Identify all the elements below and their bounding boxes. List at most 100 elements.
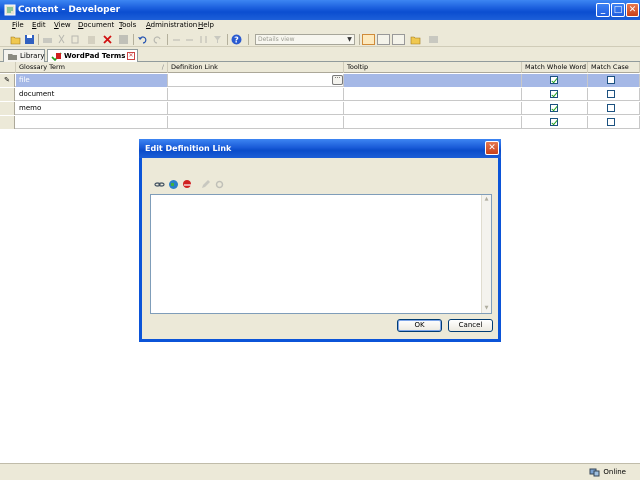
cell-tooltip[interactable] bbox=[344, 88, 522, 101]
header-match-case[interactable]: Match Case bbox=[588, 62, 640, 73]
header-match-whole-word[interactable]: Match Whole Word bbox=[522, 62, 588, 73]
dialog-title: Edit Definition Link bbox=[145, 144, 232, 153]
edit-pencil-icon[interactable] bbox=[200, 179, 211, 190]
cell-glossary-term[interactable]: memo bbox=[16, 102, 168, 115]
row-selector[interactable] bbox=[0, 116, 15, 129]
toolbar-separator bbox=[227, 34, 228, 45]
dialog-title-bar[interactable]: Edit Definition Link ✕ bbox=[139, 139, 501, 158]
cell-definition-link[interactable] bbox=[168, 102, 344, 115]
chevron-down-icon: ▼ bbox=[347, 36, 352, 43]
move-up-icon[interactable] bbox=[171, 34, 182, 45]
cancel-button[interactable]: Cancel bbox=[448, 319, 493, 332]
web-link-icon[interactable] bbox=[168, 179, 179, 190]
glossary-icon bbox=[51, 52, 62, 61]
menu-view[interactable]: View bbox=[54, 21, 71, 29]
view-select[interactable]: Details view ▼ bbox=[255, 34, 355, 45]
table-row[interactable]: memo bbox=[0, 102, 640, 115]
view-select-value: Details view bbox=[258, 36, 295, 43]
help-icon[interactable]: ? bbox=[231, 34, 242, 45]
minimize-button[interactable]: _ bbox=[596, 3, 610, 17]
cell-definition-link[interactable] bbox=[168, 74, 344, 87]
dialog-close-button[interactable]: ✕ bbox=[485, 141, 499, 155]
cell-definition-link[interactable] bbox=[168, 116, 344, 129]
menu-bar: File Edit View Document Tools Administra… bbox=[0, 20, 640, 32]
match-case-checkbox[interactable] bbox=[607, 104, 615, 112]
sort-icon: / bbox=[161, 63, 164, 71]
properties-icon[interactable] bbox=[118, 34, 129, 45]
table-row[interactable]: document bbox=[0, 88, 640, 101]
window-title: Content - Developer bbox=[18, 5, 121, 15]
cut-icon[interactable] bbox=[56, 34, 67, 45]
close-tab-icon[interactable]: ✕ bbox=[127, 52, 135, 60]
cell-tooltip[interactable] bbox=[344, 116, 522, 129]
match-whole-word-checkbox[interactable] bbox=[550, 90, 558, 98]
open-folder-icon[interactable] bbox=[10, 34, 21, 45]
move-down-icon[interactable] bbox=[184, 34, 195, 45]
toolbar-separator bbox=[248, 34, 249, 45]
horizontal-split-button[interactable] bbox=[377, 34, 390, 45]
delete-icon[interactable] bbox=[102, 34, 113, 45]
window-title-bar[interactable]: Content - Developer _ □ ✕ bbox=[0, 0, 640, 20]
paste-icon[interactable] bbox=[86, 34, 97, 45]
vertical-split-button[interactable] bbox=[392, 34, 405, 45]
folder-up-icon[interactable] bbox=[410, 34, 421, 45]
cell-glossary-term[interactable] bbox=[16, 116, 168, 129]
match-whole-word-checkbox[interactable] bbox=[550, 76, 558, 84]
ok-button[interactable]: OK bbox=[397, 319, 442, 332]
match-whole-word-checkbox[interactable] bbox=[550, 104, 558, 112]
maximize-button[interactable]: □ bbox=[611, 3, 625, 17]
cell-definition-link[interactable] bbox=[168, 88, 344, 101]
cell-glossary-term[interactable]: file bbox=[16, 74, 168, 87]
settings-icon[interactable] bbox=[214, 179, 225, 190]
insert-link-icon[interactable] bbox=[154, 179, 165, 190]
toolbar: ? Details view ▼ bbox=[0, 32, 640, 47]
toolbar-separator bbox=[359, 34, 360, 45]
tab-wordpad-terms[interactable]: WordPad Terms ✕ bbox=[47, 49, 138, 63]
tab-library-label: Library bbox=[20, 52, 45, 60]
cell-tooltip[interactable] bbox=[344, 74, 522, 87]
row-selector[interactable] bbox=[0, 102, 15, 115]
match-whole-word-checkbox[interactable] bbox=[550, 118, 558, 126]
filter-icon[interactable] bbox=[212, 34, 223, 45]
document-tabs: Library WordPad Terms ✕ bbox=[0, 47, 640, 63]
toolbar-separator bbox=[38, 34, 39, 45]
menu-administration[interactable]: Administration bbox=[146, 21, 197, 29]
table-row[interactable]: ✎ file ··· bbox=[0, 74, 640, 87]
header-tooltip[interactable]: Tooltip bbox=[344, 62, 522, 73]
browse-link-button[interactable]: ··· bbox=[332, 75, 343, 85]
edit-pencil-icon: ✎ bbox=[0, 74, 15, 87]
scroll-up-icon[interactable]: ▲ bbox=[482, 195, 491, 204]
header-definition-link[interactable]: Definition Link bbox=[168, 62, 344, 73]
copy-icon[interactable] bbox=[70, 34, 81, 45]
editor-scrollbar[interactable]: ▲ ▼ bbox=[481, 195, 491, 313]
remove-link-icon[interactable] bbox=[182, 179, 193, 190]
edit-definition-link-dialog: Edit Definition Link ✕ ▲ ▼ OK Cancel bbox=[139, 139, 501, 342]
menu-help[interactable]: Help bbox=[198, 21, 214, 29]
match-case-checkbox[interactable] bbox=[607, 90, 615, 98]
toolbar-separator bbox=[133, 34, 134, 45]
match-case-checkbox[interactable] bbox=[607, 118, 615, 126]
menu-edit[interactable]: Edit bbox=[32, 21, 46, 29]
refresh-icon[interactable] bbox=[428, 34, 439, 45]
sort-icon[interactable] bbox=[198, 34, 209, 45]
tab-library[interactable]: Library bbox=[3, 49, 45, 62]
redo-icon[interactable] bbox=[152, 34, 163, 45]
match-case-checkbox[interactable] bbox=[607, 76, 615, 84]
undo-icon[interactable] bbox=[137, 34, 148, 45]
menu-document[interactable]: Document bbox=[78, 21, 114, 29]
header-row-selector bbox=[0, 62, 16, 73]
close-window-button[interactable]: ✕ bbox=[626, 3, 639, 17]
save-icon[interactable] bbox=[24, 34, 35, 45]
header-glossary-term[interactable]: Glossary Term / bbox=[16, 62, 168, 73]
definition-link-editor[interactable]: ▲ ▼ bbox=[150, 194, 492, 314]
print-icon[interactable] bbox=[42, 34, 53, 45]
menu-tools[interactable]: Tools bbox=[119, 21, 136, 29]
table-row[interactable] bbox=[0, 116, 640, 129]
details-view-button[interactable] bbox=[362, 34, 375, 45]
cell-glossary-term[interactable]: document bbox=[16, 88, 168, 101]
status-bar: Online bbox=[0, 463, 640, 480]
row-selector[interactable] bbox=[0, 88, 15, 101]
cell-tooltip[interactable] bbox=[344, 102, 522, 115]
scroll-down-icon[interactable]: ▼ bbox=[482, 304, 491, 313]
menu-file[interactable]: File bbox=[12, 21, 24, 29]
